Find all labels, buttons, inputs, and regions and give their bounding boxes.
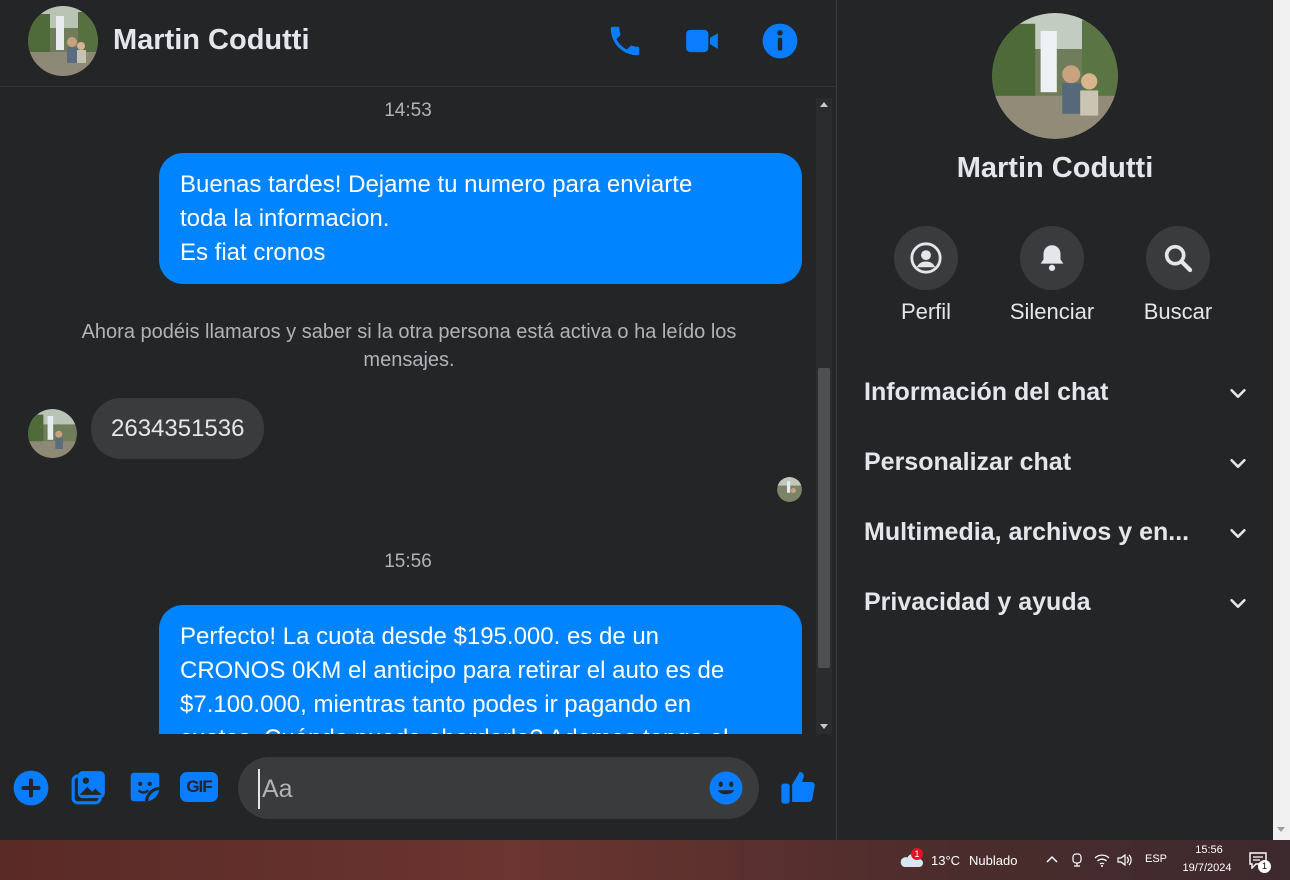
chevron-down-icon: [1230, 528, 1246, 538]
message-line: Es fiat cronos: [180, 239, 326, 266]
chevron-up-icon[interactable]: [1045, 854, 1059, 864]
incoming-message[interactable]: 2634351536: [91, 398, 265, 459]
meet-now-icon[interactable]: [1070, 852, 1084, 868]
profile-icon: [910, 242, 942, 274]
add-icon[interactable]: [12, 769, 50, 807]
section-title: Privacidad y ayuda: [864, 588, 1091, 616]
chat-panel: Martin Codutti 14:53 Buenas tardes! Deja…: [0, 0, 837, 840]
message-scrollbar[interactable]: [816, 98, 832, 734]
message-list[interactable]: 14:53 Buenas tardes! Dejame tu numero pa…: [0, 98, 816, 734]
chevron-down-icon: [1230, 458, 1246, 468]
weather-desc[interactable]: Nublado: [969, 853, 1017, 868]
outgoing-message[interactable]: Perfecto! La cuota desde $195.000. es de…: [159, 605, 802, 734]
section-title: Personalizar chat: [864, 448, 1072, 476]
page-scrollbar[interactable]: [1273, 0, 1290, 840]
video-camera-icon[interactable]: [683, 22, 721, 60]
timestamp: 14:53: [384, 100, 432, 121]
page-scroll-down-arrow[interactable]: [1277, 827, 1285, 832]
notification-count: 1: [1258, 860, 1271, 873]
message-line: $7.100.000, mientras tanto podes ir paga…: [180, 691, 692, 718]
search-action-label: Buscar: [1143, 299, 1213, 324]
bell-icon: [1040, 245, 1064, 272]
message-line: Buenas tardes! Dejame tu numero para env…: [180, 171, 693, 198]
section-title: Multimedia, archivos y en...: [864, 518, 1190, 546]
scroll-up-arrow[interactable]: [820, 102, 828, 107]
mute-action-circle[interactable]: [1020, 226, 1084, 290]
message-box[interactable]: [238, 757, 759, 819]
message-line: Perfecto! La cuota desde $195.000. es de…: [180, 623, 660, 650]
weather-temp[interactable]: 13°C: [931, 853, 960, 868]
incoming-avatar[interactable]: [28, 409, 77, 458]
profile-avatar[interactable]: [992, 13, 1118, 139]
scroll-down-arrow[interactable]: [820, 724, 828, 729]
timestamp: 15:56: [384, 551, 432, 572]
windows-taskbar: 1 13°C Nublado ESP 15:56 19/7/2024 1: [0, 840, 1290, 880]
gif-icon[interactable]: GIF: [180, 772, 218, 802]
mute-action[interactable]: Silenciar: [997, 226, 1107, 325]
section-customize-chat[interactable]: Personalizar chat: [864, 442, 1249, 482]
sticker-icon[interactable]: [126, 768, 164, 806]
section-media-files[interactable]: Multimedia, archivos y en...: [864, 512, 1249, 552]
system-notice: Ahora podéis llamaros y saber si la otra…: [81, 321, 737, 371]
phone-icon[interactable]: [606, 22, 644, 60]
mute-action-label: Silenciar: [1009, 299, 1095, 324]
profile-action-circle[interactable]: [894, 226, 958, 290]
message-line: toda la informacion.: [180, 205, 390, 232]
search-icon: [1164, 244, 1193, 273]
clock-date[interactable]: 19/7/2024: [1176, 862, 1238, 874]
search-action-circle[interactable]: [1146, 226, 1210, 290]
language-indicator[interactable]: ESP: [1145, 853, 1167, 865]
composer-bar: GIF: [0, 740, 836, 840]
profile-name: Martin Codutti: [956, 152, 1154, 184]
outgoing-message[interactable]: Buenas tardes! Dejame tu numero para env…: [159, 153, 802, 284]
clock-time[interactable]: 15:56: [1180, 844, 1238, 856]
search-action[interactable]: Buscar: [1123, 226, 1233, 325]
contact-avatar[interactable]: [28, 6, 98, 76]
section-privacy-help[interactable]: Privacidad y ayuda: [864, 582, 1249, 622]
profile-action[interactable]: Perfil: [871, 226, 981, 325]
chevron-down-icon: [1230, 598, 1246, 608]
seen-receipt-avatar: [777, 477, 802, 502]
chevron-down-icon: [1230, 388, 1246, 398]
scroll-thumb[interactable]: [818, 368, 830, 668]
message-line: cuotas. Cuándo pueda abordarla? Ademas t…: [180, 722, 781, 734]
thumbs-up-icon[interactable]: [778, 767, 818, 807]
section-title: Información del chat: [864, 378, 1109, 406]
speaker-icon[interactable]: [1116, 852, 1134, 868]
chat-header: Martin Codutti: [0, 0, 836, 87]
emoji-icon[interactable]: [708, 770, 744, 806]
conversation-info-panel: Martin Codutti Perfil Silenciar Buscar I…: [837, 0, 1273, 840]
image-icon[interactable]: [70, 768, 108, 806]
info-icon[interactable]: [761, 22, 799, 60]
wifi-icon[interactable]: [1094, 852, 1110, 868]
profile-action-label: Perfil: [900, 299, 952, 324]
message-input[interactable]: [258, 769, 684, 809]
contact-name[interactable]: Martin Codutti: [113, 24, 310, 57]
weather-badge: 1: [911, 848, 923, 860]
message-line: CRONOS 0KM el anticipo para retirar el a…: [180, 657, 725, 684]
section-chat-info[interactable]: Información del chat: [864, 372, 1249, 412]
